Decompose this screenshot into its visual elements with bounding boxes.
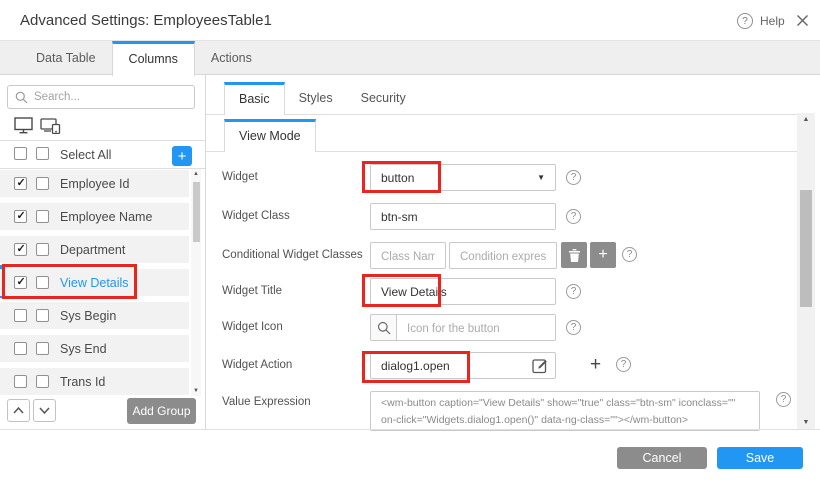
web-checkbox[interactable] [14, 342, 27, 355]
web-checkbox[interactable] [14, 375, 27, 388]
help-label[interactable]: Help [760, 14, 785, 28]
column-row-sys-end[interactable]: Sys End [0, 335, 189, 362]
save-button[interactable]: Save [717, 447, 803, 469]
add-column-button[interactable]: + [172, 146, 192, 166]
value-expression-textarea[interactable]: <wm-button caption="View Details" show="… [370, 391, 760, 431]
panel-scrollbar[interactable]: ▲ ▼ [797, 113, 815, 429]
close-icon[interactable] [796, 14, 809, 32]
value-expression-label: Value Expression [222, 396, 311, 408]
widget-action-label: Widget Action [222, 359, 292, 371]
add-group-button[interactable]: Add Group [127, 398, 196, 424]
widget-title-help-icon[interactable]: ? [566, 284, 581, 299]
conditional-classes-help-icon[interactable]: ? [622, 247, 637, 262]
dialog-header: Advanced Settings: EmployeesTable1 ? Hel… [0, 0, 820, 41]
widget-title-label: Widget Title [222, 285, 282, 297]
delete-condition-button[interactable] [561, 242, 587, 268]
column-label: Employee Id [60, 177, 129, 191]
scroll-thumb[interactable] [800, 190, 812, 307]
tab-columns[interactable]: Columns [112, 41, 195, 76]
search-icon [15, 91, 28, 104]
web-checkbox[interactable] [14, 243, 27, 256]
icon-search-addon[interactable] [370, 314, 397, 341]
class-name-input[interactable] [370, 242, 446, 269]
scroll-up-icon[interactable]: ▲ [191, 171, 201, 177]
widget-icon-label: Widget Icon [222, 321, 283, 333]
widget-class-help-icon[interactable]: ? [566, 209, 581, 224]
divider [0, 140, 205, 141]
column-row-employee-id[interactable]: Employee Id [0, 170, 189, 197]
search-input[interactable] [34, 91, 187, 103]
widget-icon-help-icon[interactable]: ? [566, 320, 581, 335]
web-checkbox[interactable] [14, 210, 27, 223]
select-all-label: Select All [60, 148, 111, 162]
widget-class-label: Widget Class [222, 210, 290, 222]
scroll-down-icon[interactable]: ▼ [797, 419, 815, 426]
help-icon[interactable]: ? [737, 13, 753, 29]
desktop-icon[interactable] [14, 117, 33, 139]
divider [0, 168, 205, 169]
column-row-department[interactable]: Department [0, 236, 189, 263]
mobile-devices-icon[interactable] [40, 117, 61, 139]
search-icon [377, 321, 391, 335]
scroll-thumb[interactable] [193, 182, 200, 242]
column-label: View Details [60, 276, 129, 290]
mobile-checkbox[interactable] [36, 210, 49, 223]
mobile-checkbox[interactable] [36, 342, 49, 355]
cancel-button[interactable]: Cancel [617, 447, 707, 469]
move-up-button[interactable] [7, 399, 30, 422]
search-box[interactable] [7, 85, 195, 109]
column-label: Sys Begin [60, 309, 116, 323]
widget-help-icon[interactable]: ? [566, 170, 581, 185]
column-label: Employee Name [60, 210, 152, 224]
scroll-down-icon[interactable]: ▼ [191, 388, 201, 394]
add-action-icon[interactable]: + [590, 354, 601, 376]
column-label: Trans Id [60, 375, 105, 389]
widget-action-input[interactable] [370, 352, 556, 379]
widget-title-input[interactable] [370, 278, 556, 305]
mobile-checkbox[interactable] [36, 375, 49, 388]
dropdown-caret-icon: ▼ [537, 173, 545, 182]
trash-icon [569, 249, 580, 262]
select-all-web-checkbox[interactable] [14, 147, 27, 160]
main-tab-bar: Data Table Columns Actions [0, 41, 820, 75]
web-checkbox[interactable] [14, 276, 27, 289]
dialog-title: Advanced Settings: EmployeesTable1 [20, 12, 272, 29]
tab-actions[interactable]: Actions [195, 41, 268, 75]
column-row-trans-id[interactable]: Trans Id [0, 368, 189, 395]
add-condition-button[interactable]: + [590, 242, 616, 268]
mobile-checkbox[interactable] [36, 177, 49, 190]
panel-tab-bar: Basic Styles Security [224, 82, 420, 115]
move-down-button[interactable] [33, 399, 56, 422]
widget-action-help-icon[interactable]: ? [616, 357, 631, 372]
column-label: Department [60, 243, 125, 257]
mobile-checkbox[interactable] [36, 309, 49, 322]
widget-label: Widget [222, 171, 258, 183]
tab-security[interactable]: Security [347, 82, 420, 115]
sidebar-scrollbar[interactable]: ▲ ▼ [191, 169, 201, 396]
tab-basic[interactable]: Basic [224, 82, 285, 115]
column-label: Sys End [60, 342, 107, 356]
column-row-sys-begin[interactable]: Sys Begin [0, 302, 189, 329]
widget-select[interactable]: button ▼ [370, 164, 556, 191]
column-row-employee-name[interactable]: Employee Name [0, 203, 189, 230]
widget-icon-input[interactable] [396, 314, 556, 341]
condition-expression-input[interactable] [449, 242, 557, 269]
web-checkbox[interactable] [14, 309, 27, 322]
tab-styles[interactable]: Styles [285, 82, 347, 115]
scroll-up-icon[interactable]: ▲ [797, 116, 815, 123]
value-expression-help-icon[interactable]: ? [776, 392, 791, 407]
sidebar-divider [205, 75, 206, 429]
select-all-mobile-checkbox[interactable] [36, 147, 49, 160]
mobile-checkbox[interactable] [36, 243, 49, 256]
widget-class-input[interactable] [370, 203, 556, 230]
footer-divider [0, 429, 820, 430]
tab-data-table[interactable]: Data Table [20, 41, 112, 75]
edit-action-icon[interactable] [532, 357, 549, 379]
widget-select-value: button [381, 171, 414, 185]
column-row-view-details[interactable]: View Details [0, 269, 189, 296]
mobile-checkbox[interactable] [36, 276, 49, 289]
conditional-classes-label: Conditional Widget Classes [222, 249, 363, 261]
tab-view-mode[interactable]: View Mode [224, 119, 316, 152]
web-checkbox[interactable] [14, 177, 27, 190]
